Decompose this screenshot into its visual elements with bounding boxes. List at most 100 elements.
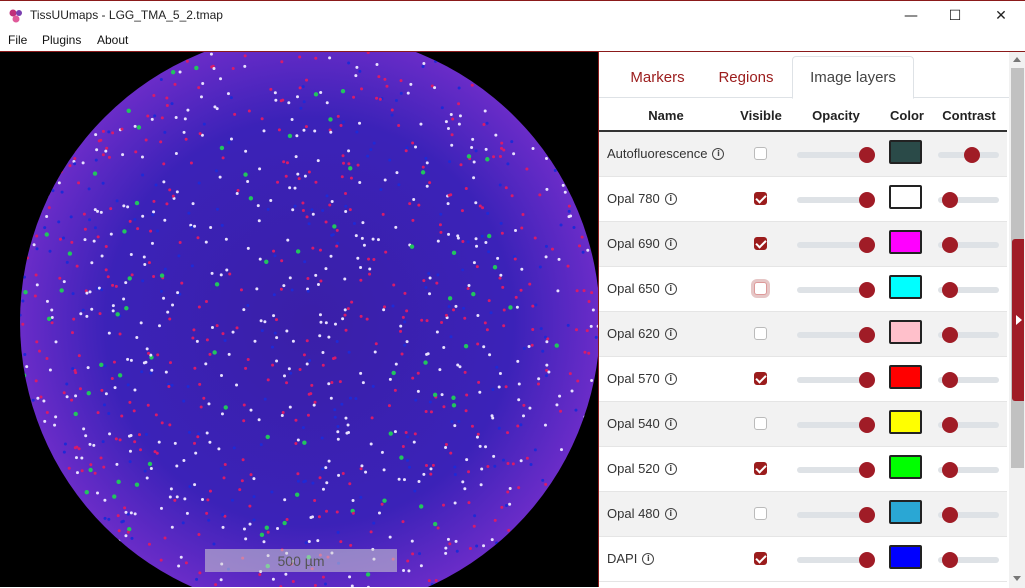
scroll-up-icon[interactable] (1013, 57, 1021, 62)
contrast-slider[interactable] (938, 242, 999, 248)
close-button[interactable]: ✕ (978, 1, 1024, 31)
color-swatch[interactable] (889, 275, 922, 299)
contrast-slider-thumb[interactable] (964, 147, 980, 163)
opacity-slider-thumb[interactable] (859, 462, 875, 478)
opacity-slider[interactable] (797, 467, 875, 473)
contrast-slider[interactable] (938, 377, 999, 383)
tissue-speckle (58, 88, 61, 91)
tab-image-layers[interactable]: Image layers (792, 56, 914, 99)
contrast-slider[interactable] (938, 557, 999, 563)
info-icon[interactable]: i (665, 508, 677, 520)
visible-checkbox[interactable] (754, 282, 767, 295)
visible-checkbox[interactable] (754, 327, 767, 340)
menu-plugins[interactable]: Plugins (42, 33, 81, 47)
info-icon[interactable]: i (665, 283, 677, 295)
visible-checkbox[interactable] (754, 552, 767, 565)
tissue-speckle (330, 234, 333, 237)
tissue-speckle (170, 384, 173, 387)
opacity-slider[interactable] (797, 152, 875, 158)
tissue-speckle (447, 127, 450, 130)
contrast-slider[interactable] (938, 512, 999, 518)
color-swatch[interactable] (889, 410, 922, 434)
opacity-slider-thumb[interactable] (859, 417, 875, 433)
opacity-slider-thumb[interactable] (859, 147, 875, 163)
info-icon[interactable]: i (665, 238, 677, 250)
collapse-panel-button[interactable] (1012, 239, 1024, 401)
info-icon[interactable]: i (712, 148, 724, 160)
contrast-slider[interactable] (938, 197, 999, 203)
contrast-slider-thumb[interactable] (942, 372, 958, 388)
color-swatch[interactable] (889, 185, 922, 209)
visible-checkbox[interactable] (754, 147, 767, 160)
visible-checkbox[interactable] (754, 417, 767, 430)
tissue-speckle (152, 200, 155, 203)
visible-checkbox[interactable] (754, 462, 767, 475)
tissue-speckle (372, 238, 375, 241)
tab-regions[interactable]: Regions (706, 56, 786, 98)
visible-checkbox[interactable] (754, 192, 767, 205)
tissue-speckle (469, 583, 472, 586)
scroll-down-icon[interactable] (1013, 576, 1021, 581)
color-swatch[interactable] (889, 455, 922, 479)
opacity-slider-thumb[interactable] (859, 372, 875, 388)
opacity-slider[interactable] (797, 197, 875, 203)
opacity-slider[interactable] (797, 512, 875, 518)
contrast-slider[interactable] (938, 467, 999, 473)
info-icon[interactable]: i (665, 373, 677, 385)
tissue-speckle (441, 393, 444, 396)
contrast-slider-thumb[interactable] (942, 327, 958, 343)
contrast-slider[interactable] (938, 287, 999, 293)
opacity-slider[interactable] (797, 287, 875, 293)
tab-markers[interactable]: Markers (615, 56, 700, 98)
opacity-slider[interactable] (797, 422, 875, 428)
tissue-speckle (130, 511, 133, 514)
color-swatch[interactable] (889, 230, 922, 254)
visible-checkbox[interactable] (754, 507, 767, 520)
contrast-slider-thumb[interactable] (942, 552, 958, 568)
color-swatch[interactable] (889, 365, 922, 389)
tissue-speckle (19, 314, 22, 317)
info-icon[interactable]: i (665, 418, 677, 430)
color-swatch[interactable] (889, 545, 922, 569)
opacity-slider[interactable] (797, 332, 875, 338)
menu-file[interactable]: File (8, 33, 27, 47)
visible-checkbox[interactable] (754, 372, 767, 385)
contrast-slider-thumb[interactable] (942, 507, 958, 523)
tissue-speckle (103, 499, 106, 502)
tissue-speckle (325, 321, 328, 324)
visible-checkbox[interactable] (754, 237, 767, 250)
contrast-slider-thumb[interactable] (942, 282, 958, 298)
opacity-slider-thumb[interactable] (859, 327, 875, 343)
contrast-slider-thumb[interactable] (942, 237, 958, 253)
tissue-speckle (573, 226, 576, 229)
info-icon[interactable]: i (665, 463, 677, 475)
contrast-slider-thumb[interactable] (942, 192, 958, 208)
info-icon[interactable]: i (665, 328, 677, 340)
opacity-slider-thumb[interactable] (859, 192, 875, 208)
tissue-speckle (541, 479, 544, 482)
color-swatch[interactable] (889, 320, 922, 344)
contrast-slider-thumb[interactable] (942, 417, 958, 433)
color-swatch[interactable] (889, 500, 922, 524)
contrast-slider[interactable] (938, 332, 999, 338)
info-icon[interactable]: i (642, 553, 654, 565)
image-viewer[interactable]: 500 µm (0, 51, 598, 587)
opacity-slider-thumb[interactable] (859, 552, 875, 568)
color-swatch[interactable] (889, 140, 922, 164)
info-icon[interactable]: i (665, 193, 677, 205)
maximize-button[interactable]: ☐ (932, 1, 978, 31)
contrast-slider[interactable] (938, 152, 999, 158)
contrast-slider[interactable] (938, 422, 999, 428)
menu-about[interactable]: About (97, 33, 128, 47)
opacity-slider-thumb[interactable] (859, 282, 875, 298)
tissue-speckle (538, 193, 541, 196)
opacity-slider-thumb[interactable] (859, 507, 875, 523)
contrast-slider-thumb[interactable] (942, 462, 958, 478)
opacity-slider[interactable] (797, 377, 875, 383)
opacity-slider-thumb[interactable] (859, 237, 875, 253)
tissue-speckle (429, 473, 432, 476)
minimize-button[interactable]: — (888, 1, 934, 31)
opacity-slider[interactable] (797, 557, 875, 563)
tissue-speckle (517, 398, 520, 401)
opacity-slider[interactable] (797, 242, 875, 248)
